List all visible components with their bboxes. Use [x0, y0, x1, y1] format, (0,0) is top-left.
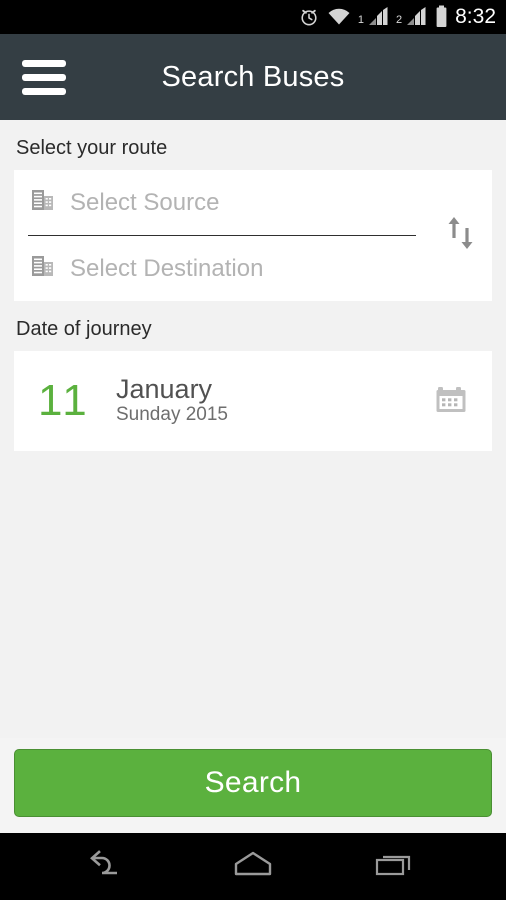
- route-fields: Select Source Select Destination: [14, 170, 430, 301]
- footer: Search: [0, 738, 506, 833]
- alarm-clock-icon: [298, 6, 320, 28]
- destination-input[interactable]: Select Destination: [28, 236, 430, 301]
- back-arrow-icon: [88, 848, 134, 885]
- main-content: Select your route Select Source Select D…: [0, 120, 506, 738]
- status-bar-icons: 1 2: [298, 5, 449, 29]
- date-text-group: January Sunday 2015: [110, 376, 428, 425]
- route-card: Select Source Select Destination: [14, 170, 492, 301]
- date-day: 11: [38, 376, 90, 425]
- status-bar: 1 2 8:32: [0, 0, 506, 34]
- status-bar-time: 8:32: [455, 4, 496, 28]
- source-input[interactable]: Select Source: [28, 170, 430, 235]
- nav-recents-button[interactable]: [360, 843, 430, 891]
- signal-icon-sim2: [405, 7, 427, 27]
- home-icon: [230, 848, 276, 885]
- signal-icon-sim1: [367, 7, 389, 27]
- date-weekday-year: Sunday 2015: [116, 403, 228, 425]
- system-navigation-bar: [0, 833, 506, 900]
- hamburger-menu-icon[interactable]: [22, 59, 66, 95]
- sim1-label: 1: [357, 13, 364, 26]
- date-card[interactable]: 11 January Sunday 2015: [14, 351, 492, 451]
- destination-field-text: Select Destination: [70, 254, 264, 282]
- page-title: Search Buses: [161, 60, 345, 93]
- calendar-picker-button[interactable]: [428, 381, 474, 422]
- swap-vertical-arrows-icon: [443, 211, 479, 260]
- building-icon: [28, 251, 58, 286]
- hamburger-bar: [22, 73, 66, 81]
- hamburger-bar: [22, 59, 66, 67]
- battery-icon: [434, 5, 449, 29]
- action-bar: Search Buses: [0, 34, 506, 120]
- app-root: 1 2 8:32 Search Buses Select your route …: [0, 0, 506, 900]
- nav-back-button[interactable]: [76, 843, 146, 891]
- hamburger-bar: [22, 87, 66, 95]
- swap-source-destination-button[interactable]: [430, 170, 492, 301]
- source-field-text: Select Source: [70, 188, 220, 216]
- wifi-icon: [327, 7, 351, 27]
- nav-home-button[interactable]: [218, 843, 288, 891]
- calendar-icon: [433, 381, 469, 422]
- recent-apps-icon: [372, 848, 418, 885]
- date-section-label: Date of journey: [16, 318, 152, 340]
- date-month: January: [116, 374, 213, 405]
- route-section-label: Select your route: [16, 137, 168, 159]
- search-button[interactable]: Search: [14, 749, 492, 817]
- sim2-label: 2: [396, 13, 403, 26]
- building-icon: [28, 185, 58, 220]
